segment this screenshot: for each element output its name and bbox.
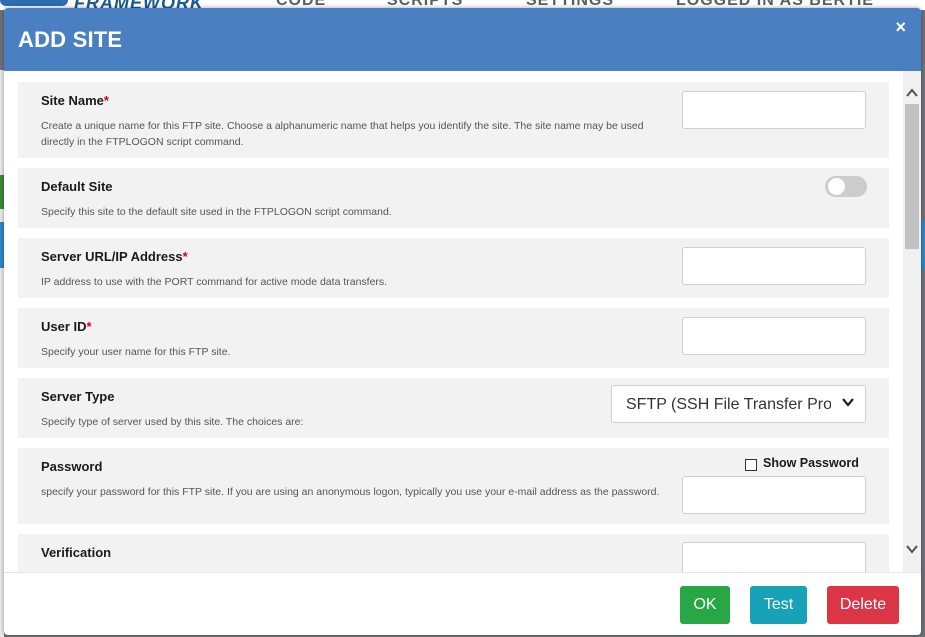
server-type-select[interactable]: SFTP (SSH File Transfer Protocol): [611, 385, 866, 423]
chevron-down-icon: [842, 398, 854, 407]
user-id-label: User ID*: [41, 319, 92, 334]
chevron-up-icon[interactable]: [903, 83, 921, 103]
server-url-input[interactable]: [682, 247, 866, 285]
server-url-description: IP address to use with the PORT command …: [41, 276, 388, 288]
dialog-title: ADD SITE: [18, 27, 123, 52]
delete-button[interactable]: Delete: [827, 586, 899, 624]
server-type-description: Specify type of server used by this site…: [41, 416, 304, 428]
show-password-checkbox[interactable]: [745, 459, 757, 471]
required-marker: *: [103, 93, 109, 108]
server-type-row: Server Type Specify type of server used …: [18, 378, 889, 438]
verification-row: Verification: [18, 534, 889, 572]
password-description: specify your password for this FTP site.…: [41, 486, 660, 498]
ok-button[interactable]: OK: [680, 586, 730, 624]
site-name-input[interactable]: [682, 91, 866, 129]
server-type-selected-value: SFTP (SSH File Transfer Protocol): [626, 396, 831, 413]
add-site-dialog: ADD SITE × Site Name* Create a unique na…: [4, 8, 921, 635]
test-button[interactable]: Test: [750, 586, 807, 624]
dialog-body[interactable]: Site Name* Create a unique name for this…: [4, 71, 921, 572]
default-site-label: Default Site: [41, 179, 113, 194]
site-name-description: Create a unique name for this FTP site. …: [41, 120, 644, 148]
site-name-label: Site Name*: [41, 93, 109, 108]
required-marker: *: [86, 319, 92, 334]
scrollbar-thumb[interactable]: [905, 104, 919, 249]
required-marker: *: [182, 249, 188, 264]
close-icon[interactable]: ×: [895, 17, 906, 38]
user-id-description: Specify your user name for this FTP site…: [41, 346, 231, 358]
dialog-scrollbar[interactable]: [903, 71, 921, 572]
password-row: Password specify your password for this …: [18, 448, 889, 524]
verification-label: Verification: [41, 545, 112, 560]
background-right-strip: [921, 220, 925, 270]
default-site-row: Default Site Specify this site to the de…: [18, 168, 889, 228]
chevron-down-icon[interactable]: [903, 539, 921, 559]
default-site-toggle[interactable]: [825, 176, 867, 197]
user-id-input[interactable]: [682, 317, 866, 355]
verification-input[interactable]: [682, 542, 866, 572]
user-id-row: User ID* Specify your user name for this…: [18, 308, 889, 368]
default-site-description: Specify this site to the default site us…: [41, 206, 392, 218]
server-type-label: Server Type: [41, 389, 115, 404]
server-url-label: Server URL/IP Address*: [41, 249, 188, 264]
site-name-row: Site Name* Create a unique name for this…: [18, 82, 889, 158]
server-url-row: Server URL/IP Address* IP address to use…: [18, 238, 889, 298]
toggle-knob: [828, 178, 845, 195]
password-label: Password: [41, 459, 103, 474]
dialog-header: ADD SITE ×: [4, 8, 921, 71]
show-password-label[interactable]: Show Password: [763, 456, 859, 470]
password-input[interactable]: [682, 476, 866, 514]
dialog-footer: OK Test Delete: [4, 572, 921, 635]
background-logo-mark: [0, 0, 68, 6]
